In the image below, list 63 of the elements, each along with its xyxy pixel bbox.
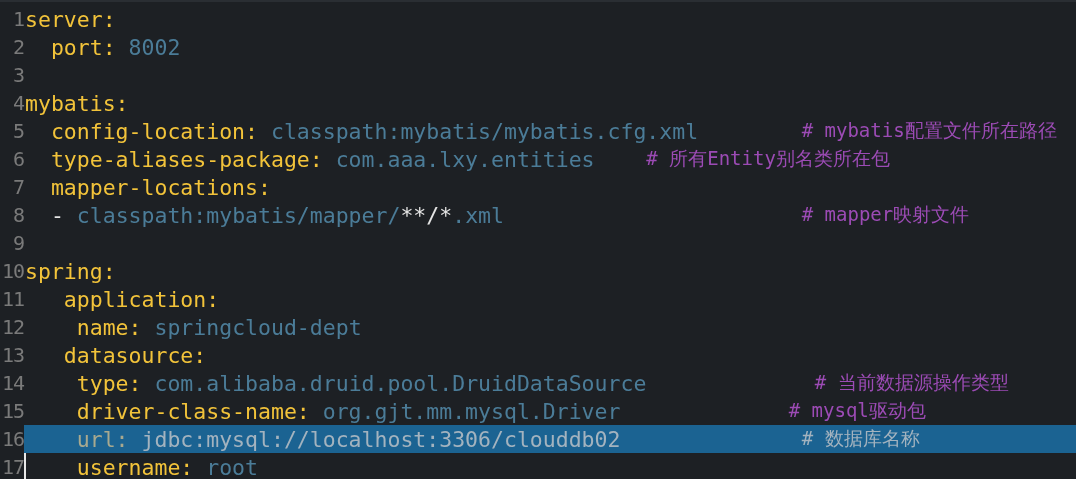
code-comment: # mysql驱动包: [788, 398, 926, 423]
yaml-value: .xml: [452, 202, 504, 228]
code-line[interactable]: spring:: [24, 257, 1076, 285]
code-line[interactable]: datasource:: [24, 341, 1076, 369]
code-line[interactable]: - classpath:mybatis/mapper/**/*.xml # mapper映射文件: [24, 201, 1076, 229]
yaml-key: application:: [63, 286, 220, 312]
code-symbol: **/*: [400, 202, 453, 228]
line-number: 13: [0, 343, 24, 367]
code-line[interactable]: username: root: [24, 453, 1076, 479]
code-line[interactable]: application:: [24, 285, 1076, 313]
yaml-key: url:: [76, 426, 129, 452]
line-number: 16: [0, 427, 24, 451]
yaml-key: name:: [76, 314, 142, 340]
line-number: 11: [0, 287, 24, 311]
yaml-key: type:: [76, 370, 142, 396]
line-number: 7: [11, 175, 24, 199]
yaml-key: mybatis:: [25, 90, 129, 116]
yaml-value: springcloud-dept: [154, 314, 362, 340]
line-number: 5: [11, 119, 24, 143]
code-line[interactable]: server:: [24, 5, 1076, 33]
code-comment: # 当前数据源操作类型: [814, 370, 1009, 395]
code-comment: # mybatis配置文件所在路径: [801, 118, 1057, 143]
line-number: 15: [0, 399, 24, 423]
line-number: 9: [11, 231, 24, 255]
code-comment: # 所有Entity别名类所在包: [646, 146, 890, 171]
yaml-value: jdbc:mysql://localhost:3306/clouddb02: [141, 426, 621, 452]
code-line[interactable]: type-aliases-package: com.aaa.lxy.entities # 所有Entity别名类所在包: [24, 145, 1076, 173]
yaml-value: classpath:mybatis/mapper/: [76, 202, 401, 228]
line-number: 1: [11, 7, 24, 31]
code-comment: # 数据库名称: [801, 426, 920, 451]
yaml-value: com.alibaba.druid.pool.DruidDataSource: [154, 370, 647, 396]
yaml-value: 8002: [128, 34, 181, 60]
yaml-key: type-aliases-package:: [50, 146, 323, 172]
yaml-key: datasource:: [63, 342, 207, 368]
line-number: 8: [11, 203, 24, 227]
yaml-key: mapper-locations:: [50, 174, 271, 200]
line-number: 12: [0, 315, 24, 339]
yaml-value: com.aaa.lxy.entities: [335, 146, 595, 172]
code-line[interactable]: name: springcloud-dept: [24, 313, 1076, 341]
code-line[interactable]: port: 8002: [24, 33, 1076, 61]
code-line[interactable]: config-location: classpath:mybatis/mybatis.cfg.xml # mybatis配置文件所在路径: [24, 117, 1076, 145]
line-number: 17: [0, 455, 24, 479]
code-line[interactable]: type: com.alibaba.druid.pool.DruidDataSource # 当前数据源操作类型: [24, 369, 1076, 397]
yaml-value: root: [206, 454, 258, 479]
yaml-value: classpath:mybatis/mybatis.cfg.xml: [270, 118, 699, 144]
code-line[interactable]: mapper-locations:: [24, 173, 1076, 201]
yaml-key: driver-class-name:: [76, 398, 310, 424]
yaml-key: username:: [76, 454, 194, 479]
code-symbol: -: [50, 202, 64, 228]
yaml-key: spring:: [25, 258, 116, 284]
code-comment: # mapper映射文件: [801, 202, 970, 227]
line-number: 3: [11, 63, 24, 87]
line-number: 4: [11, 91, 24, 115]
line-number: 2: [11, 35, 24, 59]
line-number: 6: [11, 147, 24, 171]
line-number: 10: [0, 259, 24, 283]
yaml-key: port:: [50, 34, 116, 60]
code-line[interactable]: driver-class-name: org.gjt.mm.mysql.Driver # mysql驱动包: [24, 397, 1076, 425]
yaml-key: config-location:: [50, 118, 258, 144]
yaml-key: server:: [25, 6, 116, 32]
line-number: 14: [0, 371, 24, 395]
yaml-value: org.gjt.mm.mysql.Driver: [322, 398, 621, 424]
code-line[interactable]: mybatis:: [24, 89, 1076, 117]
